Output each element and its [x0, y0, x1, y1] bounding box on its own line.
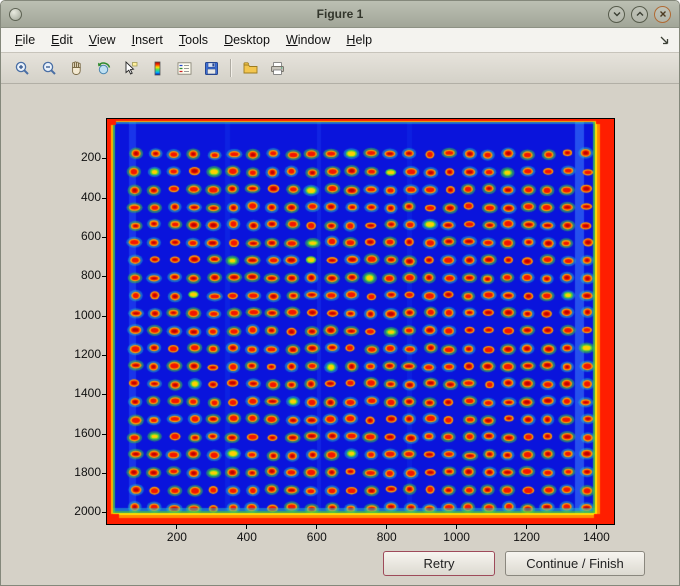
- zoom-in-icon: [15, 61, 29, 75]
- zoom-out-icon: [42, 61, 56, 75]
- y-tick-label: 200: [80, 150, 101, 165]
- menu-insert[interactable]: Insert: [124, 30, 171, 50]
- maximize-button[interactable]: [631, 5, 648, 23]
- data-cursor-button[interactable]: [117, 55, 143, 81]
- y-tick-mark: [102, 472, 106, 474]
- image-plot[interactable]: [107, 119, 614, 524]
- save-icon: [204, 61, 218, 75]
- x-tick-label: 800: [376, 530, 397, 544]
- menu-edit[interactable]: Edit: [43, 30, 81, 50]
- y-tick-mark: [102, 197, 106, 199]
- y-tick-mark: [102, 394, 106, 396]
- x-tick-mark: [246, 525, 248, 529]
- rotate-3d-icon: [97, 61, 110, 74]
- open-folder-icon: [243, 61, 257, 73]
- print-button[interactable]: [264, 55, 290, 81]
- legend-icon: [177, 61, 191, 75]
- x-tick-label: 1200: [513, 530, 540, 544]
- y-tick-label: 2000: [74, 504, 101, 519]
- y-tick-mark: [102, 276, 106, 278]
- print-icon: [270, 61, 284, 75]
- dock-arrow-icon[interactable]: [658, 34, 679, 47]
- x-tick-label: 600: [306, 530, 327, 544]
- y-tick-mark: [102, 236, 106, 238]
- y-tick-mark: [102, 354, 106, 356]
- x-tick-mark: [526, 525, 528, 529]
- insert-colorbar-button[interactable]: [144, 55, 170, 81]
- menu-tools[interactable]: Tools: [171, 30, 216, 50]
- pan-hand-icon: [71, 60, 81, 75]
- colorbar-icon: [154, 61, 160, 75]
- retry-button[interactable]: Retry: [383, 551, 495, 576]
- axes-area: 200 400 600 800 1000 1200 1400 200 400 600 800 1000…: [74, 118, 615, 544]
- menu-desktop[interactable]: Desktop: [216, 30, 278, 50]
- menu-file[interactable]: File: [7, 30, 43, 50]
- x-tick-label: 1000: [443, 530, 470, 544]
- menu-window[interactable]: Window: [278, 30, 338, 50]
- menu-view[interactable]: View: [81, 30, 124, 50]
- close-icon: [659, 11, 666, 17]
- x-tick-mark: [176, 525, 178, 529]
- window-menu-icon[interactable]: [9, 7, 22, 21]
- close-button[interactable]: [654, 5, 671, 23]
- zoom-in-button[interactable]: [9, 55, 35, 81]
- y-tick-label: 1800: [74, 464, 101, 479]
- minimize-button[interactable]: [608, 5, 625, 23]
- menu-help[interactable]: Help: [338, 30, 380, 50]
- save-button[interactable]: [198, 55, 224, 81]
- x-tick-mark: [456, 525, 458, 529]
- window-title: Figure 1: [316, 7, 364, 21]
- y-tick-label: 1200: [74, 346, 101, 361]
- y-tick-label: 1000: [74, 307, 101, 322]
- dialog-buttons: Retry Continue / Finish: [383, 551, 645, 576]
- y-tick-label: 600: [80, 228, 101, 243]
- data-cursor-icon: [125, 60, 137, 75]
- continue-finish-button[interactable]: Continue / Finish: [505, 551, 645, 576]
- figure-window: Figure 1 File Edit View Insert Tools Des…: [0, 0, 680, 586]
- y-tick-label: 1600: [74, 425, 101, 440]
- open-button[interactable]: [237, 55, 263, 81]
- chevron-up-icon: [636, 11, 643, 16]
- y-tick-mark: [102, 315, 106, 317]
- toolbar: [1, 53, 679, 84]
- toolbar-separator: [230, 59, 232, 77]
- x-tick-label: 200: [166, 530, 187, 544]
- y-tick-mark: [102, 433, 106, 435]
- y-tick-label: 800: [80, 268, 101, 283]
- chevron-down-icon: [613, 12, 620, 17]
- y-tick-mark: [102, 512, 106, 514]
- window-controls: [608, 5, 679, 23]
- titlebar[interactable]: Figure 1: [1, 1, 679, 28]
- x-tick-label: 400: [236, 530, 257, 544]
- x-tick-mark: [316, 525, 318, 529]
- x-tick-label: 1400: [583, 530, 610, 544]
- x-tick-mark: [386, 525, 388, 529]
- zoom-out-button[interactable]: [36, 55, 62, 81]
- pan-button[interactable]: [63, 55, 89, 81]
- insert-legend-button[interactable]: [171, 55, 197, 81]
- x-tick-mark: [596, 525, 598, 529]
- y-tick-label: 400: [80, 189, 101, 204]
- y-tick-label: 1400: [74, 386, 101, 401]
- figure-content: 200 400 600 800 1000 1200 1400 200 400 600 800 1000…: [1, 84, 679, 585]
- rotate-3d-button[interactable]: [90, 55, 116, 81]
- menubar: File Edit View Insert Tools Desktop Wind…: [1, 28, 679, 53]
- y-tick-mark: [102, 158, 106, 160]
